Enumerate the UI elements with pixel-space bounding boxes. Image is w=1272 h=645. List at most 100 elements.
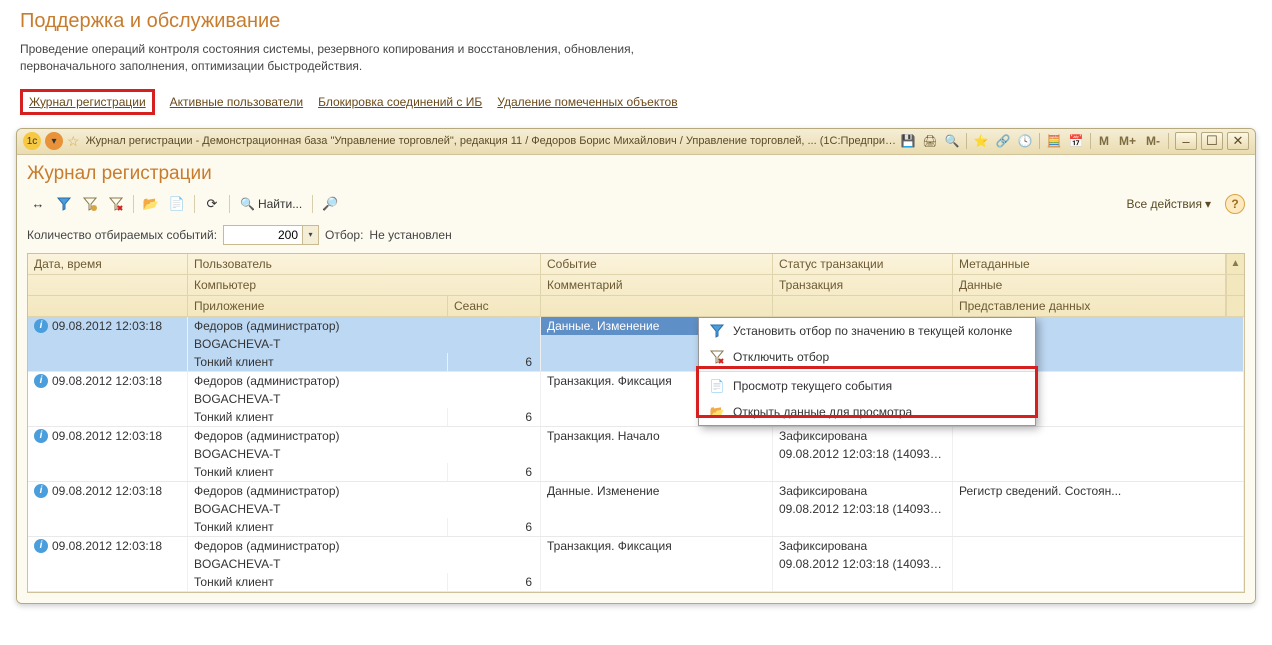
cell-computer: BOGACHEVA-T [188, 335, 541, 353]
table-row[interactable]: i09.08.2012 12:03:18 Федоров (администра… [28, 372, 1244, 427]
link-icon[interactable]: 🔗 [993, 132, 1013, 150]
window-minimize[interactable]: – [1175, 132, 1197, 150]
memory-m-plus[interactable]: M+ [1115, 134, 1140, 148]
ctx-open-data[interactable]: 📂 Открыть данные для просмотра [699, 399, 1035, 425]
col-event[interactable]: Событие [541, 254, 773, 274]
table-row[interactable]: i09.08.2012 12:03:18 Федоров (администра… [28, 317, 1244, 372]
cell-empty [541, 463, 773, 481]
separator [1168, 133, 1169, 149]
scroll-up[interactable]: ▲ [1226, 254, 1244, 274]
col-empty [28, 296, 188, 316]
info-icon: i [34, 484, 48, 498]
open-icon[interactable]: 📂 [140, 193, 162, 215]
ctx-label: Установить отбор по значению в текущей к… [733, 324, 1012, 338]
link-block-connections[interactable]: Блокировка соединений с ИБ [318, 95, 482, 109]
calendar-icon[interactable]: 📅 [1066, 132, 1086, 150]
titlebar: 1c ▾ ☆ Журнал регистрации - Демонстрацио… [17, 129, 1255, 155]
col-user[interactable]: Пользователь [188, 254, 541, 274]
scroll-spacer [1226, 296, 1244, 316]
cell-user: Федоров (администратор) [188, 537, 541, 555]
view-icon[interactable]: 📄 [166, 193, 188, 215]
chevron-down-icon: ▾ [1205, 197, 1211, 211]
refresh-icon[interactable]: ⟳ [201, 193, 223, 215]
info-icon: i [34, 374, 48, 388]
ctx-set-filter[interactable]: Установить отбор по значению в текущей к… [699, 318, 1035, 344]
favorite-icon[interactable]: ☆ [67, 133, 80, 150]
help-button[interactable]: ? [1225, 194, 1245, 214]
save-icon[interactable]: 💾 [898, 132, 918, 150]
filter-settings-icon[interactable] [79, 193, 101, 215]
print-icon[interactable]: 🖨 [920, 132, 940, 150]
col-session[interactable]: Сеанс [448, 296, 541, 316]
doc-view-icon: 📄 [707, 378, 727, 394]
nav-icon[interactable]: ▾ [45, 132, 63, 150]
cell-meta [953, 537, 1244, 555]
funnel-clear-icon [707, 349, 727, 365]
col-data[interactable]: Данные [953, 275, 1226, 295]
link-registration-log[interactable]: Журнал регистрации [29, 95, 146, 109]
toolbar: ↔ 📂 📄 ⟳ 🔍 Найти... 🔎 Все действия ▾ ? [27, 191, 1245, 223]
separator [1039, 133, 1040, 149]
cell-comment [541, 500, 773, 518]
cell-date: i09.08.2012 12:03:18 [28, 537, 188, 555]
col-empty [28, 275, 188, 295]
col-empty [773, 296, 953, 316]
cell-empty [28, 518, 188, 536]
zoom-icon[interactable]: 🔎 [319, 193, 341, 215]
table-row[interactable]: i09.08.2012 12:03:18 Федоров (администра… [28, 537, 1244, 592]
col-app[interactable]: Приложение [188, 296, 448, 316]
grid-header: Дата, время Пользователь Событие Статус … [28, 254, 1244, 317]
table-row[interactable]: i09.08.2012 12:03:18 Федоров (администра… [28, 482, 1244, 537]
grid-body[interactable]: i09.08.2012 12:03:18 Федоров (администра… [28, 317, 1244, 592]
page-title: Поддержка и обслуживание [20, 10, 1252, 33]
link-active-users[interactable]: Активные пользователи [170, 95, 303, 109]
col-transaction[interactable]: Транзакция [773, 275, 953, 295]
window-maximize[interactable]: ☐ [1201, 132, 1223, 150]
memory-m[interactable]: M [1095, 134, 1113, 148]
filter-funnel-icon[interactable] [53, 193, 75, 215]
calc-icon[interactable]: 🧮 [1044, 132, 1064, 150]
table-row[interactable]: i09.08.2012 12:03:18 Федоров (администра… [28, 427, 1244, 482]
filter-clear-icon[interactable] [105, 193, 127, 215]
col-trans-status[interactable]: Статус транзакции [773, 254, 953, 274]
ctx-view-event[interactable]: 📄 Просмотр текущего события [699, 373, 1035, 399]
col-data-repr[interactable]: Представление данных [953, 296, 1226, 316]
col-computer[interactable]: Компьютер [188, 275, 541, 295]
cell-app: Тонкий клиент [188, 408, 448, 426]
separator [194, 195, 195, 213]
cell-empty [28, 408, 188, 426]
count-input[interactable] [223, 225, 303, 245]
cell-empty [28, 335, 188, 353]
memory-m-minus[interactable]: M- [1142, 134, 1164, 148]
otbor-label: Отбор: [325, 228, 363, 242]
cell-date: i09.08.2012 12:03:18 [28, 372, 188, 390]
separator [966, 133, 967, 149]
app-window: 1c ▾ ☆ Журнал регистрации - Демонстрацио… [16, 128, 1256, 604]
app-icon: 1c [23, 132, 41, 150]
cell-empty [773, 518, 953, 536]
star-icon[interactable]: ⭐ [971, 132, 991, 150]
cell-empty [28, 445, 188, 463]
count-label: Количество отбираемых событий: [27, 228, 217, 242]
expand-icon[interactable]: ↔ [27, 193, 49, 215]
cell-app: Тонкий клиент [188, 573, 448, 591]
find-label: Найти... [258, 197, 302, 211]
window-close[interactable]: ✕ [1227, 132, 1249, 150]
cell-data [953, 500, 1244, 518]
cell-empty [28, 573, 188, 591]
all-actions-button[interactable]: Все действия ▾ [1121, 195, 1218, 213]
history-icon[interactable]: 🕓 [1015, 132, 1035, 150]
preview-icon[interactable]: 🔍 [942, 132, 962, 150]
open-data-icon: 📂 [707, 404, 727, 420]
highlight-box: Журнал регистрации [20, 89, 155, 115]
link-delete-marked[interactable]: Удаление помеченных объектов [497, 95, 677, 109]
col-comment[interactable]: Комментарий [541, 275, 773, 295]
spinner-button[interactable]: ▾ [303, 225, 319, 245]
cell-app: Тонкий клиент [188, 463, 448, 481]
col-date[interactable]: Дата, время [28, 254, 188, 274]
cell-empty [28, 555, 188, 573]
find-button[interactable]: 🔍 Найти... [236, 195, 306, 213]
ctx-disable-filter[interactable]: Отключить отбор [699, 344, 1035, 370]
cell-empty [541, 518, 773, 536]
col-meta[interactable]: Метаданные [953, 254, 1226, 274]
